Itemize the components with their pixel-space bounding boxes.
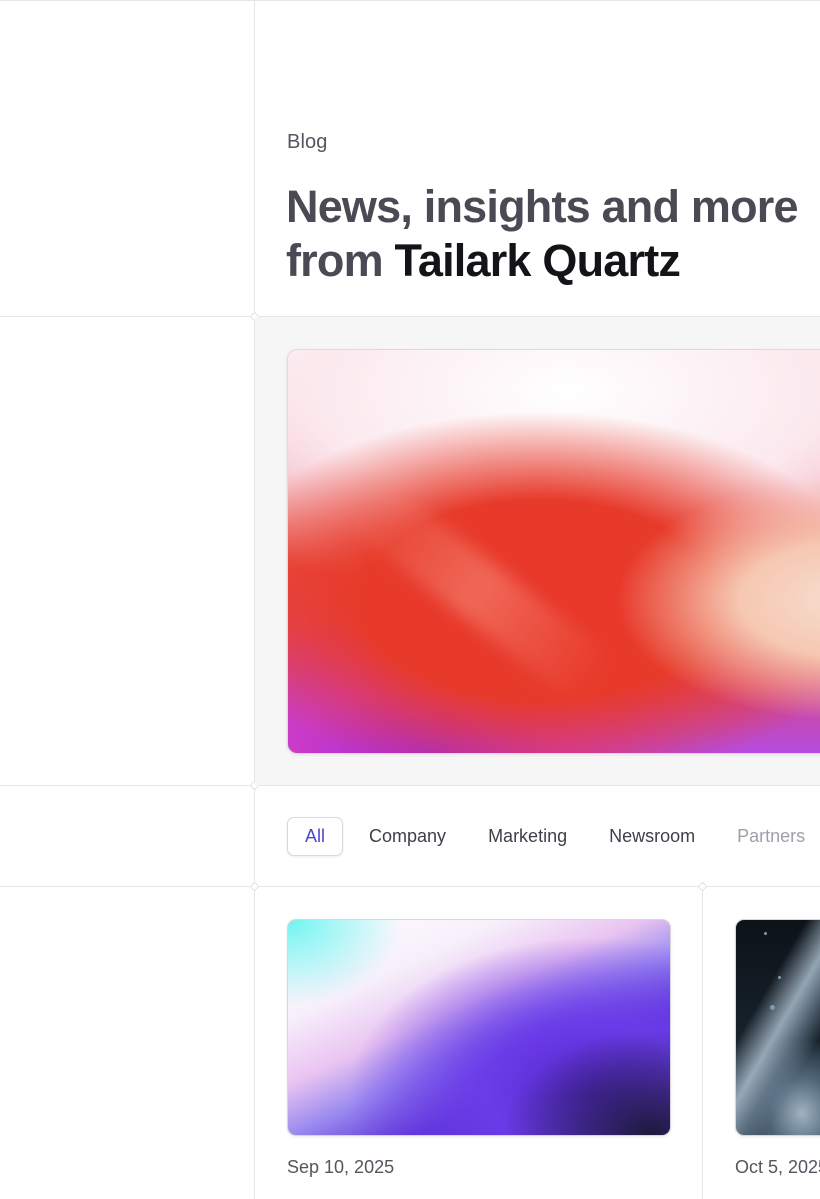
star-decoration — [778, 976, 781, 979]
tab-marketing[interactable]: Marketing — [488, 817, 567, 856]
post-date-2: Oct 5, 2025 — [735, 1157, 820, 1177]
post-date-1: Sep 10, 2025 — [287, 1157, 395, 1177]
featured-post-image[interactable] — [287, 349, 820, 754]
grid-marker — [697, 881, 708, 892]
category-tabs: All Company Marketing Newsroom Partners — [287, 817, 820, 856]
tab-newsroom[interactable]: Newsroom — [609, 817, 695, 856]
grid-marker — [249, 881, 260, 892]
page-title: News, insights and more from Tailark Qua… — [286, 180, 799, 288]
tab-all[interactable]: All — [287, 817, 344, 856]
page-title-line1: News, insights and more — [286, 181, 799, 232]
page-title-line2-prefix: from — [286, 235, 395, 286]
blog-page: Blog News, insights and more from Tailar… — [0, 0, 820, 1199]
star-decoration — [764, 932, 767, 935]
page-eyebrow: Blog — [287, 131, 328, 153]
tab-company[interactable]: Company — [369, 817, 446, 856]
grid-line-hero-bottom — [0, 785, 820, 786]
tab-partners[interactable]: Partners — [737, 817, 805, 856]
star-decoration — [770, 1005, 775, 1010]
post-image-2[interactable] — [735, 919, 820, 1136]
post-image-1[interactable] — [287, 919, 671, 1136]
grid-line-top — [0, 0, 820, 1]
grid-line-vertical-posts — [702, 887, 703, 1199]
brand-name: Tailark Quartz — [394, 235, 681, 286]
